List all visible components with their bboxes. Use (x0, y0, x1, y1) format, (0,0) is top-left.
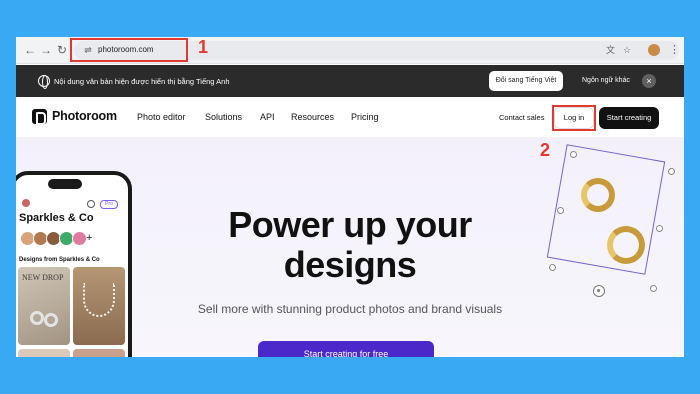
annotation-number: 2 (540, 140, 551, 160)
start-creating-free-button[interactable]: Start creating for free (258, 341, 434, 357)
resize-handle[interactable] (549, 264, 556, 271)
resize-handle[interactable] (570, 151, 577, 158)
resize-handle[interactable] (557, 207, 564, 214)
nav-pricing[interactable]: Pricing (351, 112, 379, 122)
design-tile (18, 349, 70, 357)
design-tile (73, 349, 125, 357)
annotation-box-login (552, 105, 596, 131)
resize-handle[interactable] (650, 285, 657, 292)
phone-notch (48, 179, 82, 189)
nav-resources[interactable]: Resources (291, 112, 334, 122)
rotate-handle-icon[interactable] (593, 285, 605, 297)
start-creating-button[interactable]: Start creating (599, 107, 659, 129)
close-icon[interactable]: × (642, 74, 656, 88)
photoroom-logo-icon[interactable] (32, 109, 47, 125)
translate-message: Nội dung văn bản hiện được hiển thị bằng… (54, 77, 230, 86)
bookmark-icon[interactable]: ☆ (623, 44, 631, 56)
contact-sales-link[interactable]: Contact sales (499, 113, 544, 122)
menu-icon[interactable]: ⋮ (669, 44, 680, 56)
globe-icon (38, 75, 50, 89)
reload-icon[interactable]: ↻ (54, 42, 70, 58)
browser-window: ← → ↻ ⇌ photoroom.com 文 ☆ ⋮ Nội dung văn… (16, 37, 684, 357)
switch-language-button[interactable]: Đổi sang Tiếng Việt (489, 71, 563, 91)
other-languages-link[interactable]: Ngôn ngữ khác (582, 77, 630, 84)
logo-text[interactable]: Photoroom (52, 109, 117, 123)
resize-handle[interactable] (656, 225, 663, 232)
translate-bar: Nội dung văn bản hiện được hiển thị bằng… (16, 65, 684, 97)
gold-earring-image (581, 178, 615, 212)
resize-handle[interactable] (668, 168, 675, 175)
translate-icon[interactable]: 文 (606, 44, 615, 56)
nav-solutions[interactable]: Solutions (205, 112, 242, 122)
back-icon[interactable]: ← (22, 42, 38, 58)
forward-icon[interactable]: → (38, 42, 54, 58)
annotation-box-url (70, 38, 188, 62)
nav-photo-editor[interactable]: Photo editor (137, 112, 186, 122)
nav-api[interactable]: API (260, 112, 275, 122)
annotation-number: 1 (198, 37, 209, 57)
gold-earring-image (607, 226, 645, 264)
hero-subtitle: Sell more with stunning product photos a… (197, 302, 503, 316)
profile-avatar[interactable] (648, 44, 660, 56)
